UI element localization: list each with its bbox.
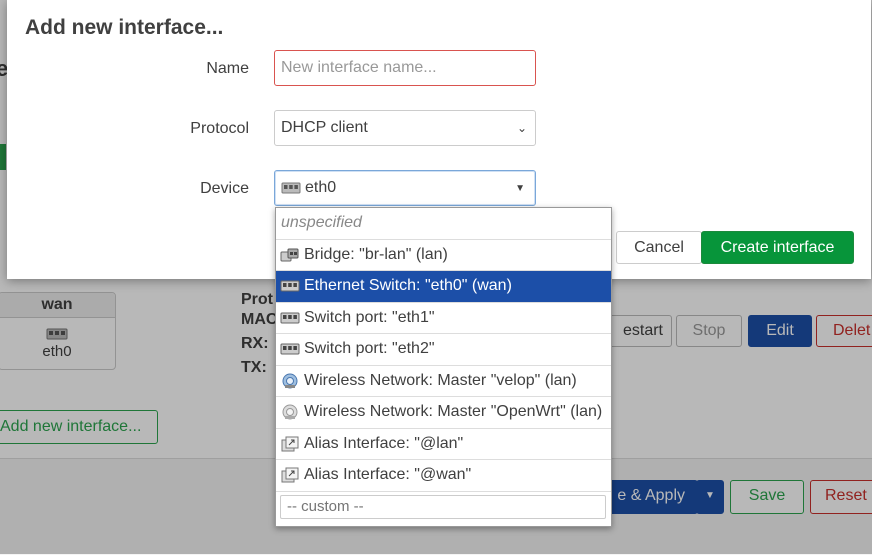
dropdown-item-label: unspecified xyxy=(281,214,362,232)
alias-icon xyxy=(281,436,299,452)
dropdown-item-label: Switch port: "eth2" xyxy=(304,340,435,358)
protocol-value: DHCP client xyxy=(281,119,368,136)
dropdown-item-label: Wireless Network: Master "velop" (lan) xyxy=(304,371,577,389)
dropdown-item-label: Switch port: "eth1" xyxy=(304,308,435,326)
caret-down-icon: ▼ xyxy=(515,182,525,194)
bridge-icon xyxy=(280,248,299,262)
dropdown-item-bridge[interactable]: Bridge: "br-lan" (lan) xyxy=(276,240,611,271)
device-value: eth0 xyxy=(305,179,337,196)
create-interface-button[interactable]: Create interface xyxy=(701,231,854,264)
custom-device-input[interactable] xyxy=(280,494,606,519)
dropdown-item-wireless-velop[interactable]: Wireless Network: Master "velop" (lan) xyxy=(276,366,611,397)
dropdown-item-ethernet-switch-eth0[interactable]: Ethernet Switch: "eth0" (wan) xyxy=(276,271,611,303)
device-select[interactable]: eth0 ▼ xyxy=(274,170,536,206)
dropdown-item-wireless-openwrt[interactable]: Wireless Network: Master "OpenWrt" (lan) xyxy=(276,397,611,429)
modal-title: Add new interface... xyxy=(25,16,224,39)
dropdown-item-label: Ethernet Switch: "eth0" (wan) xyxy=(304,277,512,295)
dropdown-item-label: Bridge: "br-lan" (lan) xyxy=(304,245,448,263)
protocol-label: Protocol xyxy=(190,120,249,137)
switch-port-icon xyxy=(280,343,300,355)
dropdown-item-unspecified[interactable]: unspecified xyxy=(276,208,611,240)
wifi-icon xyxy=(282,373,298,389)
alias-icon xyxy=(281,467,299,483)
dropdown-item-alias-lan[interactable]: Alias Interface: "@lan" xyxy=(276,429,611,460)
interface-name-input[interactable] xyxy=(274,50,536,86)
device-dropdown-list: unspecified Bridge: "br-lan" (lan) Ether… xyxy=(275,207,612,527)
wifi-disabled-icon xyxy=(282,404,298,420)
dropdown-item-label: Alias Interface: "@lan" xyxy=(304,434,464,452)
dropdown-item-alias-wan[interactable]: Alias Interface: "@wan" xyxy=(276,460,611,492)
dropdown-item-label: Wireless Network: Master "OpenWrt" (lan) xyxy=(304,403,603,421)
ethernet-switch-icon xyxy=(281,182,301,194)
ethernet-switch-icon xyxy=(280,280,300,292)
switch-port-icon xyxy=(280,312,300,324)
chevron-down-icon: ⌄ xyxy=(516,121,527,135)
name-label: Name xyxy=(206,60,249,77)
device-label: Device xyxy=(200,180,249,197)
cancel-button[interactable]: Cancel xyxy=(616,231,702,264)
dropdown-item-switch-port-eth1[interactable]: Switch port: "eth1" xyxy=(276,303,611,334)
dropdown-item-label: Alias Interface: "@wan" xyxy=(304,466,472,484)
dropdown-item-switch-port-eth2[interactable]: Switch port: "eth2" xyxy=(276,334,611,366)
protocol-select[interactable]: DHCP client ⌄ xyxy=(274,110,536,146)
